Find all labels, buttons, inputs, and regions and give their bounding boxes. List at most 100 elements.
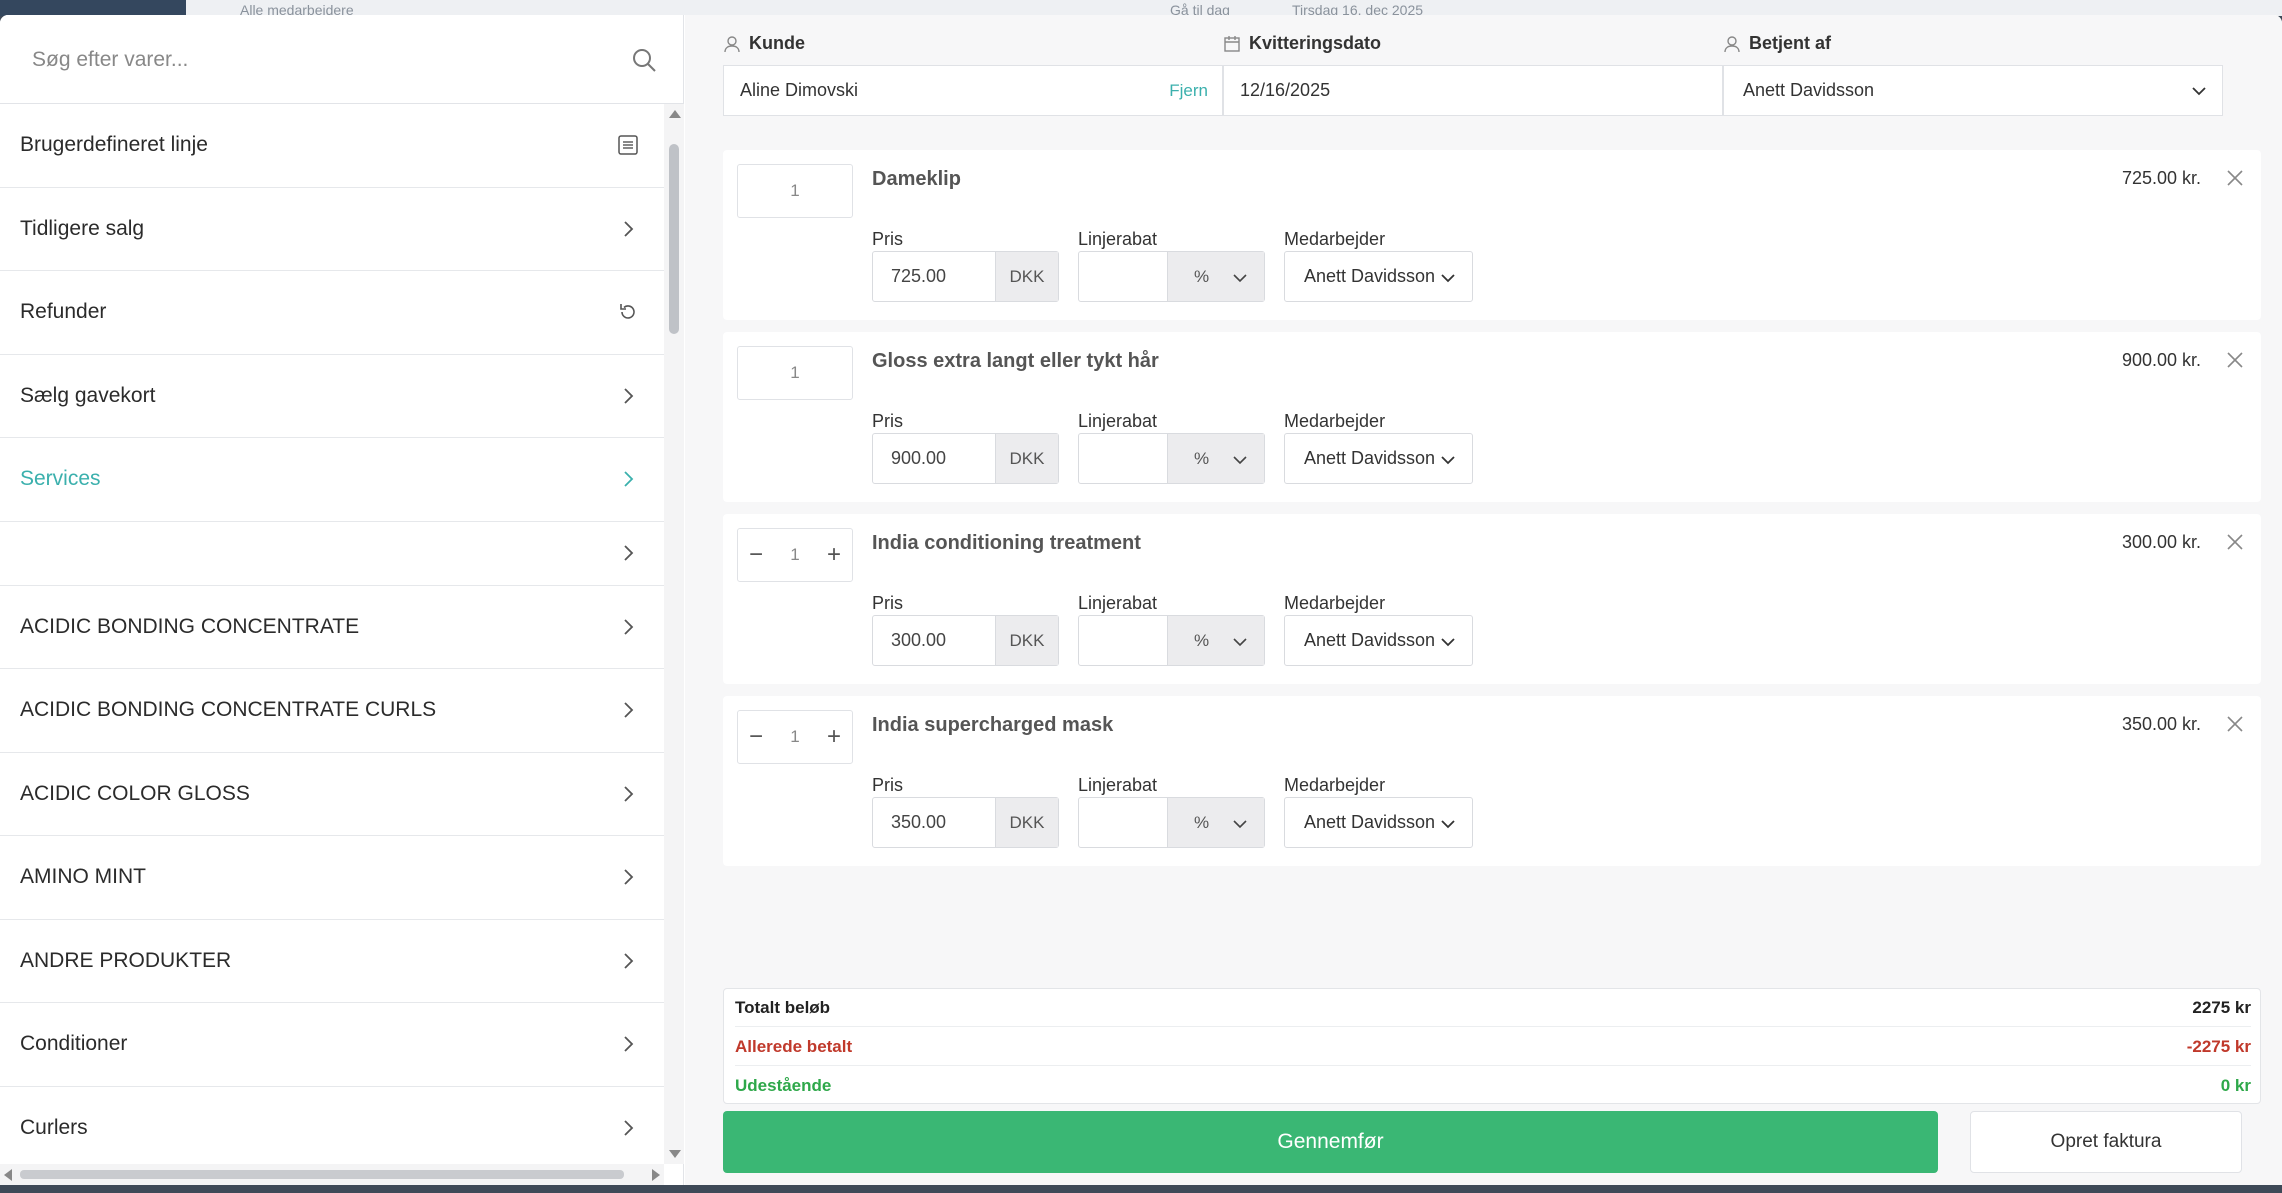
discount-type-value: %	[1194, 448, 1210, 468]
scroll-up-arrow[interactable]	[669, 110, 681, 118]
discount-label: Linjerabat	[1078, 229, 1158, 249]
chevron-down-icon	[1441, 274, 1455, 283]
remove-customer-link[interactable]: Fjern	[1169, 81, 1208, 101]
receipt-date-input[interactable]: 12/16/2025	[1223, 65, 1723, 116]
scroll-left-arrow[interactable]	[4, 1169, 12, 1181]
close-icon[interactable]	[2225, 532, 2245, 552]
price-input[interactable]: 300.00 DKK	[872, 615, 1059, 666]
line-total: 725.00 kr.	[2121, 168, 2201, 188]
scroll-right-arrow[interactable]	[652, 1169, 660, 1181]
user-icon	[724, 35, 740, 52]
search-input[interactable]	[32, 43, 592, 77]
sidebar-item[interactable]: ACIDIC BONDING CONCENTRATE	[0, 586, 664, 669]
quantity-stepper[interactable]: 1	[737, 346, 853, 400]
chevron-right-icon	[616, 615, 640, 639]
scroll-down-arrow[interactable]	[669, 1150, 681, 1158]
line-name: Dameklip	[872, 168, 961, 190]
employee-label: Medarbejder	[1284, 775, 1386, 795]
create-invoice-button[interactable]: Opret faktura	[1970, 1111, 2242, 1173]
price-value: 725.00	[891, 266, 947, 286]
quantity-stepper[interactable]: 1	[737, 164, 853, 218]
product-list: Brugerdefineret linje Tidligere salg Refun…	[0, 104, 664, 1164]
paid-label: Allerede betalt	[735, 1036, 853, 1056]
sidebar-item[interactable]: Sælg gavekort	[0, 355, 664, 438]
background-footer	[0, 1185, 2282, 1193]
sidebar-item[interactable]: Services	[0, 438, 664, 522]
list-icon	[616, 133, 640, 157]
discount-value[interactable]	[1079, 252, 1167, 301]
sidebar-item[interactable]: Refunder	[0, 271, 664, 355]
discount-type-select[interactable]: %	[1167, 798, 1264, 847]
discount-input[interactable]: %	[1078, 615, 1265, 666]
chevron-down-icon	[2192, 87, 2206, 96]
increase-quantity-button[interactable]: +	[816, 529, 852, 581]
employee-select[interactable]: Anett Davidsson	[1284, 615, 1473, 666]
close-icon[interactable]	[2225, 350, 2245, 370]
sidebar-item-label: Conditioner	[20, 1032, 128, 1056]
price-input[interactable]: 350.00 DKK	[872, 797, 1059, 848]
discount-input[interactable]: %	[1078, 797, 1265, 848]
outstanding-label: Udestående	[735, 1076, 832, 1095]
quantity-stepper[interactable]: −1 +	[737, 528, 853, 582]
discount-input[interactable]: %	[1078, 251, 1265, 302]
discount-type-select[interactable]: %	[1167, 434, 1264, 483]
chevron-down-icon	[1233, 820, 1247, 829]
sidebar-item[interactable]: ACIDIC COLOR GLOSS	[0, 753, 664, 836]
sidebar-item[interactable]: Tidligere salg	[0, 188, 664, 271]
employee-select[interactable]: Anett Davidsson	[1284, 797, 1473, 848]
discount-type-value: %	[1194, 630, 1210, 650]
discount-type-select[interactable]: %	[1167, 252, 1264, 301]
total-value: 2275 kr	[2192, 997, 2251, 1017]
discount-type-select[interactable]: %	[1167, 616, 1264, 665]
refresh-icon	[616, 300, 640, 324]
quantity-stepper[interactable]: −1 +	[737, 710, 853, 764]
price-input[interactable]: 900.00 DKK	[872, 433, 1059, 484]
price-label: Pris	[872, 229, 903, 249]
complete-button[interactable]: Gennemfør	[723, 1111, 1938, 1173]
receipt-line: 1 Dameklip 725.00 kr. Pris Linjerabat Medarbe…	[723, 150, 2261, 320]
scrollbar-thumb[interactable]	[669, 144, 679, 334]
hscrollbar-thumb[interactable]	[20, 1170, 624, 1179]
customer-field[interactable]: Aline Dimovski Fjern	[723, 65, 1223, 116]
discount-value[interactable]	[1079, 434, 1167, 483]
discount-value[interactable]	[1079, 616, 1167, 665]
sidebar-item-label: Services	[20, 467, 101, 491]
chevron-right-icon	[616, 949, 640, 973]
sidebar-item[interactable]: Curlers	[0, 1087, 664, 1165]
served-by-select[interactable]: Anett Davidsson	[1723, 65, 2223, 116]
chevron-right-icon	[616, 698, 640, 722]
price-input[interactable]: 725.00 DKK	[872, 251, 1059, 302]
customer-name: Aline Dimovski	[740, 80, 859, 100]
horizontal-scrollbar[interactable]	[0, 1164, 664, 1185]
discount-label: Linjerabat	[1078, 411, 1158, 431]
decrease-quantity-button[interactable]: −	[738, 529, 774, 581]
sidebar-item-label: Sælg gavekort	[20, 383, 156, 407]
sidebar-item[interactable]: AMINO MINT	[0, 836, 664, 920]
quantity-value: 1	[790, 181, 800, 200]
discount-label: Linjerabat	[1078, 775, 1158, 795]
sidebar-item[interactable]: Brugerdefineret linje	[0, 104, 664, 188]
employee-select[interactable]: Anett Davidsson	[1284, 251, 1473, 302]
employee-value: Anett Davidsson	[1304, 630, 1436, 650]
sidebar-item[interactable]	[0, 522, 664, 586]
receipt-line: 1 Gloss extra langt eller tykt hår 900.00 …	[723, 332, 2261, 502]
served-by-value: Anett Davidsson	[1743, 80, 1875, 100]
discount-input[interactable]: %	[1078, 433, 1265, 484]
close-icon[interactable]	[2225, 168, 2245, 188]
employee-select[interactable]: Anett Davidsson	[1284, 433, 1473, 484]
sidebar-item[interactable]: Conditioner	[0, 1003, 664, 1087]
line-total: 900.00 kr.	[2121, 350, 2201, 370]
close-icon[interactable]	[2225, 714, 2245, 734]
sidebar-item[interactable]: ANDRE PRODUKTER	[0, 920, 664, 1003]
chevron-right-icon	[616, 384, 640, 408]
sidebar-item[interactable]: ACIDIC BONDING CONCENTRATE CURLS	[0, 669, 664, 753]
sidebar-item-label: ANDRE PRODUKTER	[20, 948, 232, 972]
background-toolbar: Alle medarbejdere Gå til dag Tirsdag 16.…	[0, 0, 2282, 18]
search-icon[interactable]	[630, 46, 658, 74]
decrease-quantity-button[interactable]: −	[738, 711, 774, 763]
currency-addon: DKK	[995, 798, 1058, 847]
vertical-scrollbar[interactable]	[664, 104, 684, 1164]
increase-quantity-button[interactable]: +	[816, 711, 852, 763]
discount-value[interactable]	[1079, 798, 1167, 847]
user-icon	[1724, 35, 1740, 52]
